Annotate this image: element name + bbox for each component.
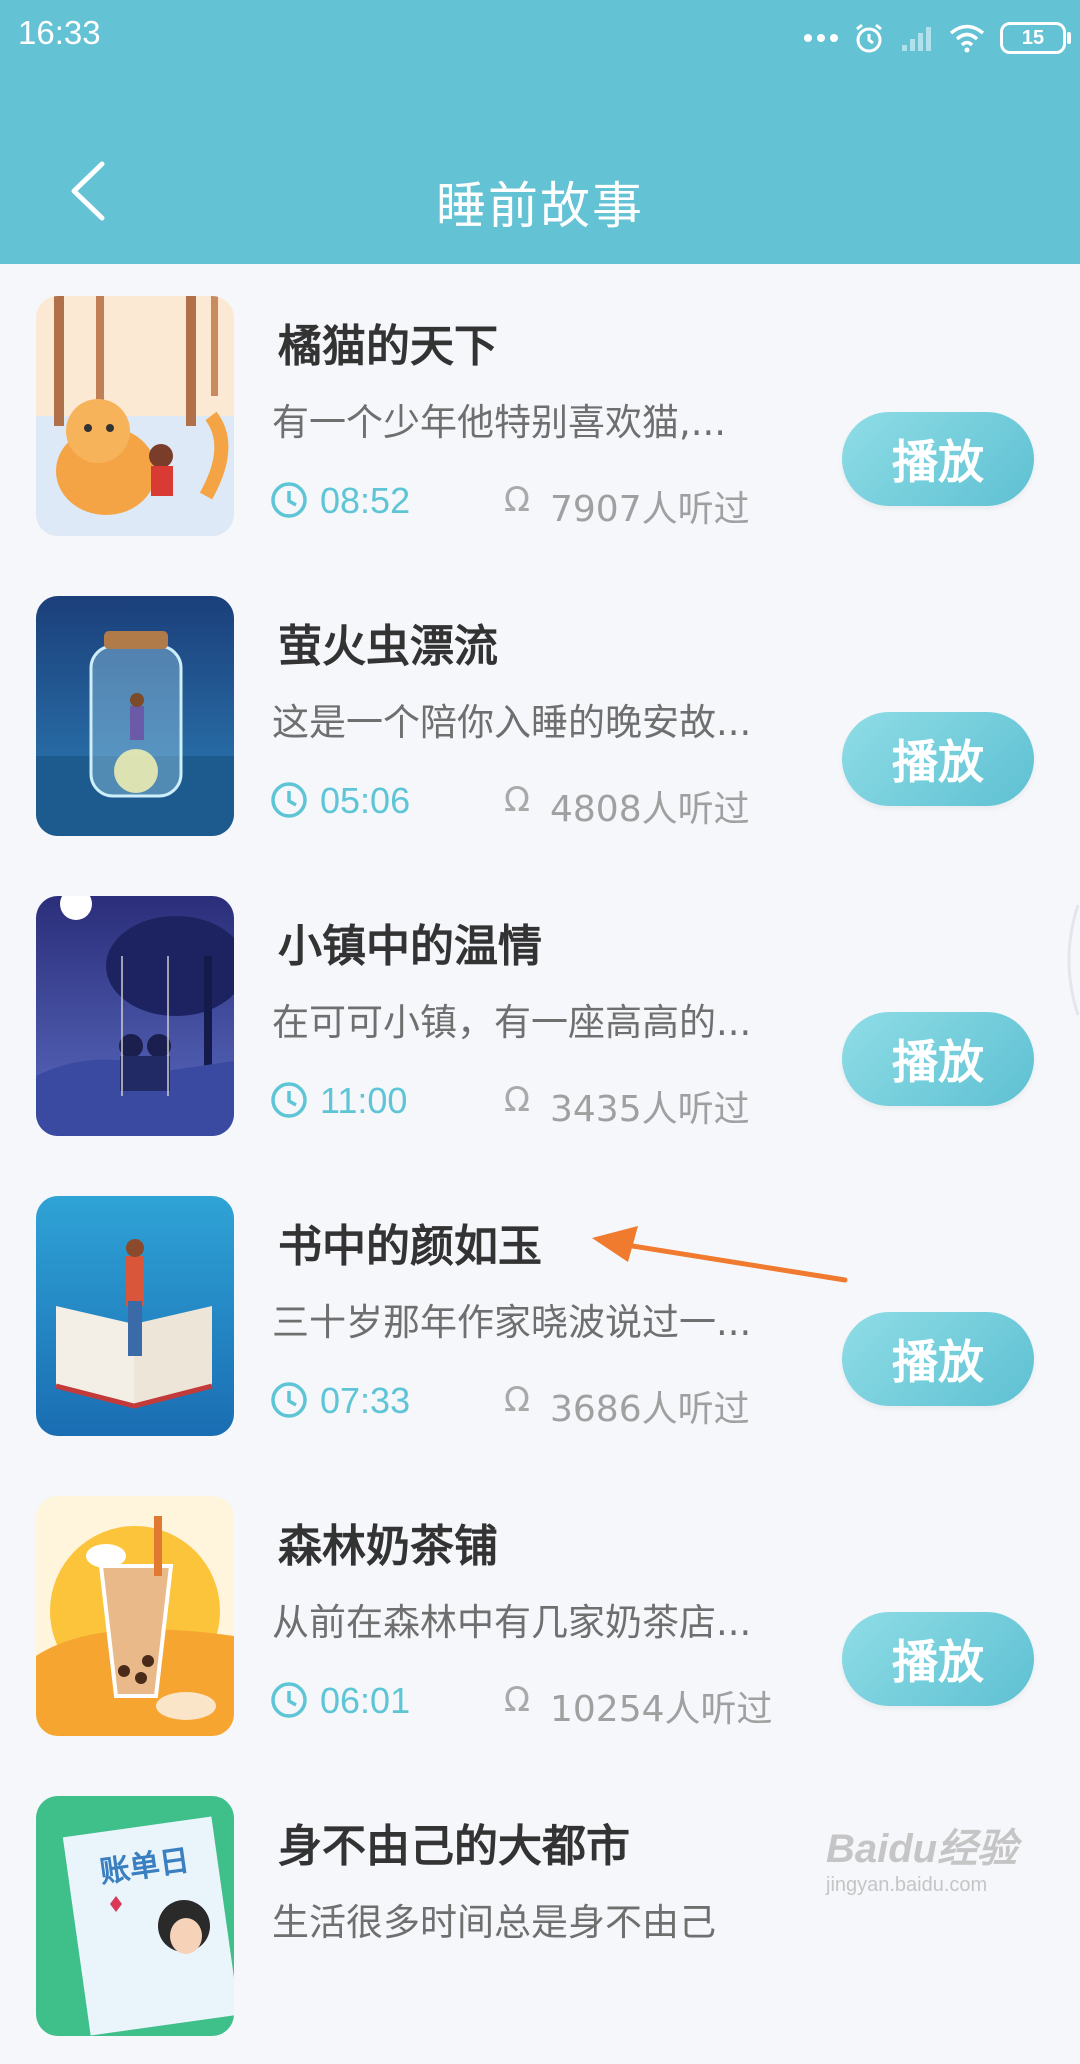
clock-icon (271, 1682, 307, 1718)
story-meta: 05:06 Ω 4808人听过 (270, 776, 790, 830)
alarm-icon (856, 23, 882, 53)
story-description: 这是一个陪你入睡的晚安故... (272, 701, 752, 744)
headphone-icon: Ω (504, 480, 530, 520)
story-description: 三十岁那年作家晓波说过一... (272, 1301, 752, 1344)
scroll-edge-indicator (1067, 904, 1080, 1016)
story-thumbnail[interactable] (36, 1196, 234, 1436)
clock-icon (271, 1382, 307, 1418)
story-listen-count: 7907人听过 (550, 489, 750, 530)
story-item[interactable]: 橘猫的天下 有一个少年他特别喜欢猫,... 08:52 Ω 7907人听过 播放 (0, 264, 1080, 564)
story-item[interactable]: 森林奶茶铺 从前在森林中有几家奶茶店... 06:01 Ω 10254人听过 播… (0, 1464, 1080, 1764)
page-title: 睡前故事 (436, 177, 644, 235)
story-meta: 06:01 Ω 10254人听过 (270, 1676, 790, 1730)
story-description: 从前在森林中有几家奶茶店... (272, 1601, 752, 1644)
status-bar: 16:33 15 (0, 0, 1080, 78)
battery-icon: 15 (1000, 22, 1071, 54)
wifi-icon (949, 24, 985, 53)
clock-icon (271, 1082, 307, 1118)
story-meta: 08:52 Ω 7907人听过 (270, 476, 790, 530)
story-title[interactable]: 橘猫的天下 (278, 310, 498, 374)
more-dots-icon (804, 34, 838, 42)
signal-icon (902, 27, 931, 51)
story-item[interactable]: 书中的颜如玉 三十岁那年作家晓波说过一... 07:33 Ω 3686人听过 播… (0, 1164, 1080, 1464)
watermark-sub: jingyan.baidu.com (826, 1874, 988, 1896)
story-duration: 05:06 (320, 780, 411, 821)
story-listen-count: 3435人听过 (550, 1089, 750, 1130)
story-thumbnail[interactable] (36, 1496, 234, 1736)
play-button[interactable]: 播放 (842, 712, 1034, 806)
story-meta: 11:00 Ω 3435人听过 (270, 1076, 790, 1130)
story-item[interactable]: 小镇中的温情 在可可小镇，有一座高高的... 11:00 Ω 3435人听过 播… (0, 864, 1080, 1164)
story-duration: 08:52 (320, 480, 411, 521)
play-button[interactable]: 播放 (842, 1012, 1034, 1106)
headphone-icon: Ω (504, 780, 530, 820)
status-time: 16:33 (18, 14, 101, 51)
headphone-icon: Ω (504, 1680, 530, 1720)
watermark: Baidu经验 jingyan.baidu.com (826, 1812, 1066, 1912)
headphone-icon: Ω (504, 1380, 530, 1420)
annotation-arrow-icon (592, 1226, 848, 1283)
story-title[interactable]: 身不由己的大都市 (278, 1810, 630, 1874)
story-description: 生活很多时间总是身不由己 (272, 1901, 716, 1944)
story-description: 有一个少年他特别喜欢猫,... (272, 401, 727, 444)
headphone-icon: Ω (504, 1080, 530, 1120)
app-header: 睡前故事 (0, 78, 1080, 264)
play-button[interactable]: 播放 (842, 1312, 1034, 1406)
story-listen-count: 4808人听过 (550, 789, 750, 830)
story-duration: 11:00 (320, 1080, 408, 1121)
story-title[interactable]: 森林奶茶铺 (278, 1510, 498, 1574)
story-meta: 07:33 Ω 3686人听过 (270, 1376, 790, 1430)
story-thumbnail[interactable] (36, 896, 234, 1136)
story-thumbnail[interactable] (36, 296, 234, 536)
story-listen-count: 10254人听过 (550, 1689, 773, 1730)
story-description: 在可可小镇，有一座高高的... (272, 1001, 752, 1044)
story-title[interactable]: 书中的颜如玉 (278, 1210, 542, 1274)
story-title[interactable]: 小镇中的温情 (278, 910, 542, 974)
story-duration: 06:01 (320, 1680, 411, 1721)
clock-icon (271, 482, 307, 518)
status-icons: 15 (804, 16, 1071, 60)
story-listen-count: 3686人听过 (550, 1389, 750, 1430)
watermark-main: Baidu经验 (826, 1827, 1018, 1871)
clock-icon (271, 782, 307, 818)
story-item[interactable]: 萤火虫漂流 这是一个陪你入睡的晚安故... 05:06 Ω 4808人听过 播放 (0, 564, 1080, 864)
play-button[interactable]: 播放 (842, 412, 1034, 506)
story-list: 橘猫的天下 有一个少年他特别喜欢猫,... 08:52 Ω 7907人听过 播放 (0, 264, 1080, 2064)
story-thumbnail[interactable]: 账单日 (36, 1796, 234, 2036)
story-duration: 07:33 (320, 1380, 411, 1421)
story-item[interactable]: 账单日 身不由己的大都市 生活很多时间总是身不由己 (0, 1764, 1080, 2064)
story-title[interactable]: 萤火虫漂流 (278, 610, 498, 674)
story-thumbnail[interactable] (36, 596, 234, 836)
play-button[interactable]: 播放 (842, 1612, 1034, 1706)
